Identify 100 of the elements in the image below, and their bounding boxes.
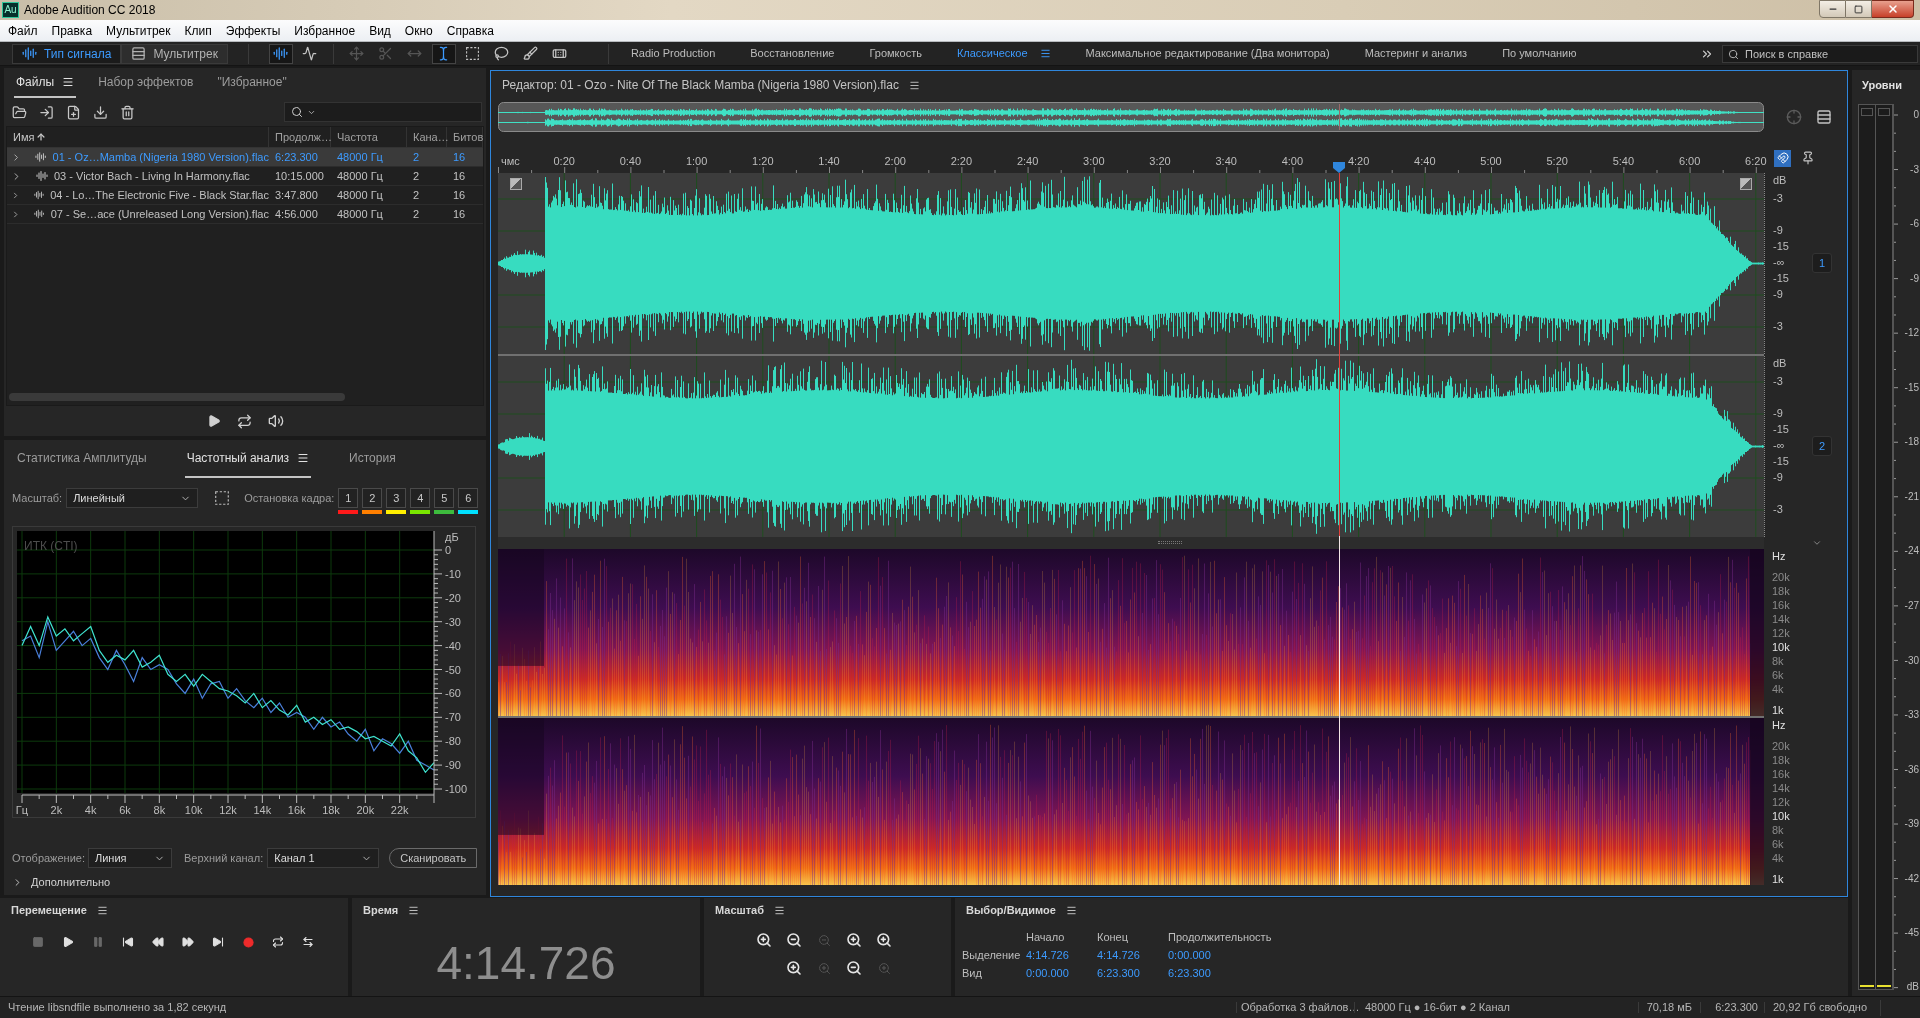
pulse-line-icon xyxy=(302,46,318,61)
panel-tab[interactable]: Статистика Амплитуды xyxy=(15,440,149,478)
dashed-square-icon[interactable] xyxy=(214,490,231,506)
file-row[interactable]: 04 - Lo…The Electronic Five - Black Star.flac 3:47.800 48000 Гц 2 16 xyxy=(7,186,483,205)
diagonal-square-icon[interactable] xyxy=(1740,178,1752,190)
menu-icon[interactable] xyxy=(1065,904,1077,916)
panel-tab[interactable]: Частотный анализ xyxy=(184,440,312,478)
display-dropdown[interactable]: Линия xyxy=(88,848,172,868)
time-selection-button[interactable] xyxy=(431,43,456,64)
time-value[interactable]: 6:23.300 xyxy=(1168,968,1308,979)
ruler-time-label: 3:00 xyxy=(1083,156,1105,167)
mode-tab[interactable]: Тип сигнала xyxy=(12,43,122,64)
menu-item[interactable]: Клип xyxy=(177,20,219,41)
status-item: 70,18 мБ xyxy=(1638,1002,1700,1013)
menu-item[interactable]: Файл xyxy=(1,20,45,41)
ruler-time-label: 4:00 xyxy=(1281,156,1304,167)
field-label: Масштаб: xyxy=(12,490,63,506)
expander-toggle[interactable]: Дополнительно xyxy=(31,876,111,888)
scale-dropdown[interactable]: Линейный xyxy=(66,488,199,508)
meter-scale-label: -6 xyxy=(1910,219,1919,230)
channel-badge[interactable]: 1 xyxy=(1812,253,1832,273)
ruler-unit-label: чмс xyxy=(501,156,520,167)
skip-back-icon xyxy=(122,936,134,948)
panel-tab[interactable]: Набор эффектов xyxy=(96,68,196,98)
workspace-tab[interactable]: Классическое xyxy=(956,48,1051,59)
workspace-tab[interactable]: Мастеринг и анализ xyxy=(1364,48,1468,59)
menu-item[interactable]: Избранное xyxy=(287,20,363,41)
help-search-field[interactable]: Поиск в справке xyxy=(1722,44,1918,63)
play-icon[interactable] xyxy=(206,414,221,428)
trash-icon[interactable] xyxy=(120,104,135,120)
maximize-button[interactable] xyxy=(1846,0,1872,18)
panel-tab[interactable]: "Избранное" xyxy=(215,68,289,98)
menu-item[interactable]: Справка xyxy=(439,20,501,41)
caret-down-icon[interactable] xyxy=(1812,538,1822,548)
import-arrow-icon[interactable] xyxy=(39,104,54,120)
table-cell-text: 2 xyxy=(412,170,421,182)
field-label: Остановка кадра: xyxy=(244,490,335,506)
magnet-icon[interactable] xyxy=(1774,149,1791,167)
column-header[interactable]: Продолж… xyxy=(269,127,331,147)
channel-dropdown[interactable]: Канал 1 xyxy=(267,848,380,868)
frame-hold-button[interactable]: 1 xyxy=(338,488,359,508)
panel-tab[interactable]: Файлы xyxy=(14,68,77,98)
minimize-button[interactable] xyxy=(1819,0,1846,18)
column-header[interactable]: Частота xyxy=(331,127,407,147)
time-value[interactable]: 6:23.300 xyxy=(1097,968,1168,979)
overview-waveform[interactable] xyxy=(498,102,1764,132)
time-value[interactable]: 0:00.000 xyxy=(1026,968,1097,979)
menu-item[interactable]: Вид xyxy=(362,20,398,41)
time-value[interactable]: 4:14.726 xyxy=(1097,950,1168,961)
time-value[interactable]: 4:14.726 xyxy=(1026,950,1097,961)
stop-icon xyxy=(32,936,44,948)
column-header[interactable]: Битов xyxy=(447,127,483,147)
menu-item[interactable]: Эффекты xyxy=(218,20,288,41)
open-folder-icon[interactable] xyxy=(12,104,27,120)
zoom-in-icon xyxy=(876,932,892,948)
workspace-tab[interactable]: Громкость xyxy=(869,48,922,59)
pin-icon[interactable] xyxy=(1801,151,1815,165)
waveform-view-button[interactable] xyxy=(268,43,293,64)
frame-hold-button[interactable]: 6 xyxy=(458,488,479,508)
column-header[interactable]: Кана… xyxy=(407,127,447,147)
editor-tab[interactable]: Редактор: 01 - Ozo - Nite Of The Black Mamba (Nigeria 1980 Version).flac xyxy=(502,79,920,91)
menu-icon[interactable] xyxy=(774,904,785,916)
frame-hold-button[interactable]: 2 xyxy=(362,488,383,508)
db-scale-label: -∞ xyxy=(1773,257,1785,268)
file-row[interactable]: 07 - Se…ace (Unreleased Long Version).flac 4:56.000 48000 Гц 2 16 xyxy=(7,205,483,224)
download-icon[interactable] xyxy=(93,104,108,120)
workspace-tab[interactable]: По умолчанию xyxy=(1502,48,1577,59)
search-field[interactable] xyxy=(284,102,482,122)
file-row[interactable]: 01 - Oz…Mamba (Nigeria 1980 Version).flac 6:23.300 48000 Гц 2 16 xyxy=(7,148,483,167)
close-button[interactable] xyxy=(1872,0,1914,18)
panel-tab[interactable]: История xyxy=(347,440,398,478)
hz-scale-label: 20k xyxy=(1772,741,1790,752)
workspace-tab[interactable]: Максимальное редактирование (Два монитора) xyxy=(1085,48,1330,59)
new-file-icon[interactable] xyxy=(66,104,81,120)
time-value[interactable]: 0:00.000 xyxy=(1168,950,1308,961)
scrollbar-thumb[interactable] xyxy=(9,393,345,401)
workspace-tab[interactable]: Radio Production xyxy=(630,48,716,59)
speaker-icon[interactable] xyxy=(267,413,284,429)
rows-icon[interactable] xyxy=(1816,109,1832,125)
menu-item[interactable]: Правка xyxy=(44,20,100,41)
menu-item[interactable]: Окно xyxy=(397,20,440,41)
frame-hold-button[interactable]: 5 xyxy=(434,488,455,508)
frame-hold-button[interactable]: 4 xyxy=(410,488,431,508)
mode-tab[interactable]: Мультитрек xyxy=(121,43,228,64)
column-header[interactable]: Имя xyxy=(7,127,269,147)
loop-icon[interactable] xyxy=(236,413,252,429)
file-row[interactable]: 03 - Victor Bach - Living In Harmony.flac 10:15.000 48000 Гц 2 16 xyxy=(7,167,483,186)
axis-tick-label: -50 xyxy=(445,663,461,676)
menu-icon[interactable] xyxy=(408,904,420,916)
menu-icon[interactable] xyxy=(96,904,108,916)
expand-chevron-icon[interactable] xyxy=(11,208,21,220)
db-scale-label: -∞ xyxy=(1773,440,1785,451)
menu-item[interactable]: Мультитрек xyxy=(99,20,178,41)
resize-grip[interactable] xyxy=(1158,541,1182,544)
waveform-icon xyxy=(34,208,45,220)
workspace-tab[interactable]: Восстановление xyxy=(750,48,835,59)
waveform-icon xyxy=(36,170,48,182)
diagonal-square-icon[interactable] xyxy=(510,178,522,190)
channel-badge[interactable]: 2 xyxy=(1812,436,1832,456)
frame-hold-button[interactable]: 3 xyxy=(386,488,407,508)
